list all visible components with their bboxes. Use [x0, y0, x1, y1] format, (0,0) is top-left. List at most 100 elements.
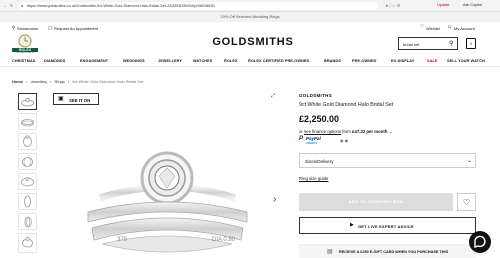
gallery-thumbnail[interactable] — [18, 133, 37, 150]
nav-jewellery[interactable]: JEWELLERY — [158, 59, 182, 63]
account-link[interactable]: My Account — [454, 26, 475, 31]
gift-card-icon: ▤ — [327, 249, 333, 255]
nav-pre-owned[interactable]: PRE-OWNED — [352, 59, 377, 63]
update-button[interactable]: Update — [437, 3, 449, 7]
video-chat-icon: ▶ — [350, 222, 354, 228]
nav-rolex[interactable]: ROLEX — [224, 59, 238, 63]
next-image-arrow-icon[interactable]: › — [273, 194, 276, 205]
breadcrumb-sep: / — [26, 79, 28, 84]
user-icon: ☺ — [447, 24, 453, 30]
copilot-button[interactable]: Ask Copilot — [463, 3, 482, 7]
product-price: £2,250.00 — [299, 114, 340, 124]
finance-from: from — [342, 129, 351, 134]
promo-text: 20% Off Selected Wedding Rings — [220, 14, 280, 19]
add-to-bag-button[interactable]: ADD TO SHOPPING BAG — [299, 193, 453, 211]
finance-line: or see finance options from £47.22 per m… — [299, 129, 392, 135]
ring-thumb-icon — [22, 157, 33, 167]
breadcrumb: Home / Jewellery / Rings / 9ct White Gol… — [12, 79, 143, 84]
product-main-image[interactable]: 375 DIA 0.80 — [80, 140, 255, 258]
paypal-p-icon: P — [299, 136, 304, 142]
product-brand[interactable]: GOLDSMITHS — [299, 93, 332, 98]
live-expert-button[interactable]: ▶ GET LIVE EXPERT ADVICE — [299, 217, 476, 234]
shopping-bag-icon[interactable]: 0 — [466, 38, 476, 49]
add-to-bag-label: ADD TO SHOPPING BAG — [348, 199, 404, 204]
gift-card-text: RECEIVE A £250 E-GIFT CARD WHEN YOU PURC… — [339, 250, 449, 254]
rolex-badge-sub: OFFICIAL RETAILER — [15, 52, 35, 54]
chevron-down-icon: ⌄ — [467, 158, 473, 164]
ring-thumb-icon — [23, 135, 32, 147]
breadcrumb-rings[interactable]: Rings — [55, 79, 65, 84]
wishlist-button[interactable]: ♡ — [457, 193, 476, 211]
gallery-thumbnail[interactable] — [18, 213, 37, 230]
expand-icon[interactable]: ⤢ — [271, 93, 275, 99]
nav-engagement[interactable]: ENGAGEMENT — [80, 59, 108, 63]
gallery-thumbnail[interactable] — [18, 193, 37, 210]
url-text: https://www.goldsmiths.co.uk/Goldsmiths-… — [27, 3, 215, 8]
finance-amount: £47.22 per month — [352, 129, 388, 134]
size-delivery-value: Sizes/Delivery — [305, 158, 334, 164]
reload-icon[interactable]: ↻ — [10, 3, 13, 8]
back-icon[interactable]: ← — [3, 3, 7, 8]
live-expert-label: GET LIVE EXPERT ADVICE — [358, 223, 414, 229]
nav-rolex-cpo[interactable]: ROLEX CERTIFIED PRE-OWNED — [248, 59, 309, 63]
ring-thumb-icon — [24, 195, 31, 208]
calendar-icon: ▢ — [48, 25, 53, 30]
see-it-on-label: SEE IT ON — [69, 97, 91, 103]
chat-button[interactable] — [469, 231, 491, 253]
breadcrumb-home[interactable]: Home — [12, 79, 23, 84]
chevron-down-icon[interactable]: ⌄ — [389, 129, 393, 134]
wishlist-link[interactable]: Wishlist — [426, 26, 440, 31]
showrooms-link[interactable]: Showrooms — [17, 26, 38, 31]
camera-icon: ▣ — [58, 96, 64, 102]
gallery-thumbnail[interactable] — [18, 173, 37, 190]
nav-brands[interactable]: BRANDS — [324, 59, 341, 63]
finance-or: or — [299, 129, 303, 134]
see-it-on-button[interactable]: ▣ SEE IT ON — [53, 93, 99, 105]
ring-thumb-icon — [21, 97, 34, 107]
heart-icon: ♡ — [462, 198, 471, 207]
paypal-credit-label: CREDIT — [306, 141, 318, 145]
gallery-thumbnail[interactable] — [18, 153, 37, 170]
search-icon[interactable]: ⚲ — [449, 40, 453, 47]
browser-toolbar: ← ↻ ● https://www.goldsmiths.co.uk/Golds… — [0, 0, 500, 12]
gift-card-banner[interactable]: ▤ RECEIVE A £250 E-GIFT CARD WHEN YOU PU… — [299, 244, 476, 258]
gallery-thumbnail[interactable] — [18, 113, 37, 130]
lock-icon: ● — [21, 3, 24, 8]
search-input[interactable]: bridal set ⚲ — [398, 37, 458, 50]
breadcrumb-sep: / — [50, 79, 52, 84]
promo-banner[interactable]: 20% Off Selected Wedding Rings — [0, 12, 500, 22]
breadcrumb-current: 9ct White Gold Diamond Halo Bridal Set — [72, 79, 144, 84]
nav-sell-watch[interactable]: SELL YOUR WATCH — [447, 59, 485, 63]
chat-bubble-icon — [474, 235, 486, 248]
gallery-thumbnail[interactable] — [18, 93, 37, 110]
heart-icon: ♡ — [420, 24, 425, 30]
breadcrumb-jewellery[interactable]: Jewellery — [31, 79, 48, 84]
gallery-thumbnail[interactable] — [18, 233, 37, 253]
nav-diamonds[interactable]: DIAMONDS — [44, 59, 65, 63]
appointment-link[interactable]: Request An Appointment — [54, 26, 98, 31]
product-info-icons: ◉ ◉ — [340, 138, 349, 143]
site-header: ⚲ Showrooms ▢ Request An Appointment ROL… — [0, 22, 500, 57]
ring-size-guide-link[interactable]: Ring size guide — [299, 176, 328, 181]
hallmark-text-right: DIA 0.80 — [212, 237, 236, 243]
hallmark-text-left: 375 — [117, 237, 128, 243]
site-logo[interactable]: GOLDSMITHS — [198, 36, 308, 48]
rolex-badge[interactable]: ROLEX OFFICIAL RETAILER — [12, 34, 38, 56]
nav-ex-display[interactable]: EX-DISPLAY — [391, 59, 414, 63]
nav-weddings[interactable]: WEDDINGS — [123, 59, 145, 63]
bag-count: 0 — [470, 42, 472, 46]
extensions-icon[interactable]: ★ □ ○ ⚙ — [385, 3, 400, 8]
ring-thumb-icon — [21, 119, 34, 127]
address-bar[interactable]: ● https://www.goldsmiths.co.uk/Goldsmith… — [18, 2, 378, 10]
breadcrumb-sep: / — [67, 79, 70, 84]
ring-thumb-icon — [22, 236, 33, 248]
nav-christmas[interactable]: CHRISTMAS — [12, 59, 35, 63]
ring-thumb-icon — [24, 216, 32, 228]
nav-watches[interactable]: WATCHES — [193, 59, 212, 63]
ring-thumb-icon — [21, 177, 34, 187]
nav-sale[interactable]: SALE — [427, 59, 438, 63]
paypal-logo: P PayPal CREDIT — [299, 136, 335, 145]
size-delivery-select[interactable]: Sizes/Delivery ⌄ — [299, 153, 476, 168]
finance-options-link[interactable]: see finance options — [304, 129, 341, 134]
location-pin-icon: ⚲ — [12, 25, 16, 30]
